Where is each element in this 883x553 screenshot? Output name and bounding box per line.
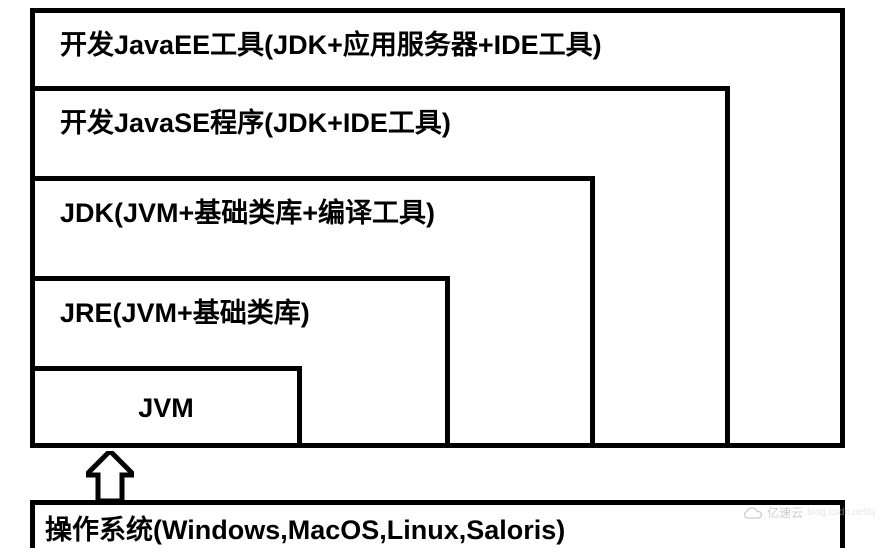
os-layer: 操作系统(Windows,MacOS,Linux,Saloris) [30,500,845,548]
os-label: 操作系统(Windows,MacOS,Linux,Saloris) [45,515,565,545]
javaee-label: 开发JavaEE工具(JDK+应用服务器+IDE工具) [60,30,602,60]
jre-label: JRE(JVM+基础类库) [60,298,310,328]
watermark-brand: 亿速云 [767,504,803,521]
layers-bottom-border [30,443,845,448]
jdk-label: JDK(JVM+基础类库+编译工具) [60,198,435,228]
javase-label: 开发JavaSE程序(JDK+IDE工具) [60,108,451,138]
watermark-source: blog.csdn.net/q [807,507,875,518]
jvm-label: JVM [138,393,194,423]
jvm-layer: JVM [30,366,302,448]
watermark: 亿速云 blog.csdn.net/q [743,504,875,521]
java-layer-diagram: 开发JavaEE工具(JDK+应用服务器+IDE工具) 开发JavaSE程序(J… [30,8,845,543]
cloud-icon [743,506,763,520]
up-arrow-icon [86,451,134,501]
